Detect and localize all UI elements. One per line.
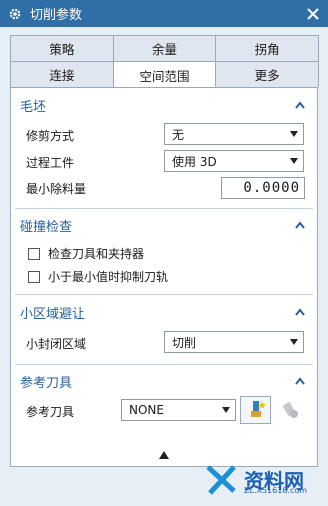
tabs-row-1: 策略 余量 拐角 bbox=[10, 35, 320, 61]
process-workpiece-select[interactable]: 使用 3D bbox=[164, 150, 304, 172]
collapse-triangle-icon[interactable] bbox=[159, 451, 169, 459]
section-ref-tool-header[interactable]: 参考刀具 bbox=[11, 368, 317, 394]
checkbox-box[interactable] bbox=[28, 247, 40, 260]
tab-corner[interactable]: 拐角 bbox=[215, 35, 320, 61]
section-blank-title: 毛坯 bbox=[20, 99, 47, 115]
closed-area-label: 小封闭区域 bbox=[26, 337, 87, 351]
divider bbox=[15, 294, 313, 295]
process-workpiece-value: 使用 3D bbox=[172, 154, 217, 169]
close-icon[interactable] bbox=[303, 4, 322, 23]
check-tool-holder-checkbox[interactable]: 检查刀具和夹持器 bbox=[28, 245, 144, 262]
edit-tool-button[interactable] bbox=[274, 396, 305, 424]
window-title: 切削参数 bbox=[30, 8, 83, 23]
trim-method-label: 修剪方式 bbox=[26, 129, 75, 143]
section-ref-tool-title: 参考刀具 bbox=[20, 375, 73, 391]
ref-tool-label: 参考刀具 bbox=[26, 405, 75, 419]
divider bbox=[15, 208, 313, 209]
section-blank-header[interactable]: 毛坯 bbox=[11, 92, 317, 118]
section-collision-title: 碰撞检查 bbox=[20, 219, 73, 235]
tab-containment[interactable]: 空间范围 bbox=[112, 61, 217, 88]
section-small-area-title: 小区域避让 bbox=[20, 306, 86, 322]
dropdown-arrow-icon bbox=[222, 407, 230, 413]
check-tool-holder-label: 检查刀具和夹持器 bbox=[48, 247, 145, 261]
collapse-caret-icon[interactable] bbox=[293, 305, 307, 319]
tab-strategy[interactable]: 策略 bbox=[10, 35, 114, 61]
tab-more[interactable]: 更多 bbox=[215, 61, 320, 87]
collapse-caret-icon[interactable] bbox=[293, 98, 307, 112]
title-bar: 切削参数 bbox=[0, 0, 328, 27]
gear-icon[interactable] bbox=[7, 6, 23, 22]
tab-stock[interactable]: 余量 bbox=[112, 35, 217, 61]
ref-tool-select[interactable]: NONE bbox=[121, 399, 236, 421]
tab-connect[interactable]: 连接 bbox=[10, 61, 114, 87]
dropdown-arrow-icon bbox=[290, 339, 298, 345]
process-workpiece-label: 过程工件 bbox=[26, 156, 75, 170]
min-removal-label: 最小除料量 bbox=[26, 182, 87, 196]
trim-method-select[interactable]: 无 bbox=[164, 123, 304, 145]
divider bbox=[15, 364, 313, 365]
section-small-area-header[interactable]: 小区域避让 bbox=[11, 299, 317, 325]
tab-panel: 毛坯 修剪方式 无 过程工件 使用 3D 最小除料量 0.0000 碰撞检查 检… bbox=[10, 87, 318, 467]
closed-area-value: 切削 bbox=[172, 335, 197, 350]
tabs-row-2: 连接 空间范围 更多 bbox=[10, 61, 320, 88]
edit-tool-icon bbox=[282, 401, 298, 418]
min-removal-input[interactable]: 0.0000 bbox=[221, 177, 305, 199]
dropdown-arrow-icon bbox=[290, 131, 298, 137]
watermark-logo: 资料网 ZL.X51616.com bbox=[204, 458, 324, 500]
watermark-x-icon bbox=[206, 465, 236, 495]
closed-area-select[interactable]: 切削 bbox=[164, 331, 304, 353]
watermark-url: ZL.X51616.com bbox=[244, 486, 308, 495]
collapse-caret-icon[interactable] bbox=[293, 374, 307, 388]
checkbox-box[interactable] bbox=[28, 270, 40, 283]
new-tool-icon bbox=[250, 401, 266, 417]
section-collision-header[interactable]: 碰撞检查 bbox=[11, 212, 317, 238]
dropdown-arrow-icon bbox=[290, 158, 298, 164]
suppress-toolpath-label: 小于最小值时抑制刀轨 bbox=[48, 270, 169, 284]
ref-tool-value: NONE bbox=[129, 403, 164, 417]
new-tool-button[interactable] bbox=[240, 396, 271, 424]
trim-method-value: 无 bbox=[172, 127, 185, 142]
suppress-toolpath-checkbox[interactable]: 小于最小值时抑制刀轨 bbox=[28, 268, 168, 285]
dialog-body: 策略 余量 拐角 连接 空间范围 更多 毛坯 修剪方式 无 过程工件 使用 3D… bbox=[0, 27, 328, 506]
collapse-caret-icon[interactable] bbox=[293, 218, 307, 232]
